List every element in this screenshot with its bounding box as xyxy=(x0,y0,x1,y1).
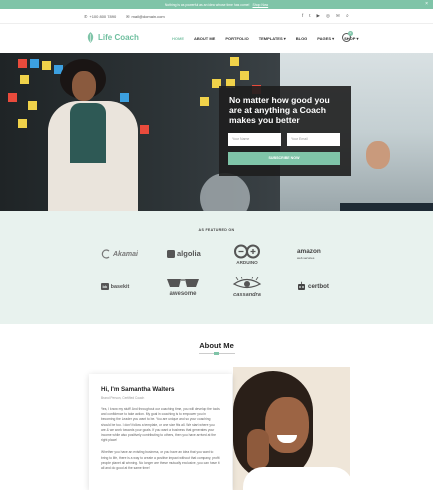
robot-icon xyxy=(298,281,305,290)
sticky-note xyxy=(20,75,29,84)
eye-icon xyxy=(232,277,262,289)
logo-amazon: amazon web services xyxy=(297,248,321,260)
akamai-icon xyxy=(101,249,110,259)
hero-headline: No matter how good you are at anything a… xyxy=(229,95,330,125)
bio-paragraph: Whether you have an existing business, o… xyxy=(101,450,220,471)
sticky-note xyxy=(140,125,149,134)
instagram-icon[interactable]: ◎ xyxy=(326,13,330,19)
nav-blog[interactable]: BLOG xyxy=(296,36,308,41)
hero-section xyxy=(0,53,433,211)
algolia-icon xyxy=(167,249,175,258)
sticky-note xyxy=(18,119,27,128)
hero-man xyxy=(340,203,433,211)
nav-templates[interactable]: TEMPLATES ▾ xyxy=(259,36,286,41)
email-input[interactable]: Your Email xyxy=(287,133,340,146)
about-divider xyxy=(199,352,235,355)
sticky-note xyxy=(28,101,37,110)
about-bio-card: Hi, I'm Samantha Walters Brand Person, C… xyxy=(89,374,232,490)
sticky-note xyxy=(240,71,249,80)
sticky-note xyxy=(18,59,27,68)
featured-section: AS FEATURED ON Akamai algolia ARDUINO am… xyxy=(0,211,433,324)
sticky-note xyxy=(200,97,209,106)
nav-home[interactable]: HOME xyxy=(172,36,184,41)
email-icon[interactable]: ✉ xyxy=(336,13,340,19)
logo-cassandra: cassandra xyxy=(232,277,262,298)
logo-algolia: algolia xyxy=(167,249,201,258)
arduino-icon xyxy=(234,244,260,259)
logo-akamai: Akamai xyxy=(101,249,138,259)
basekit-icon: bk xyxy=(101,283,109,290)
nav-pages[interactable]: PAGES ▾ xyxy=(317,36,334,41)
shop-now-link[interactable]: Shop Now xyxy=(252,3,268,7)
sticky-note xyxy=(230,57,239,66)
cart-count-badge: 0 xyxy=(348,31,353,36)
announcement-text: Nothing is as powerful as an idea whose … xyxy=(164,2,250,7)
subscribe-card: No matter how good you are at anything a… xyxy=(219,86,351,176)
featured-label: AS FEATURED ON xyxy=(198,228,235,232)
cart-icon[interactable]: ◡ 0 xyxy=(342,31,353,42)
logo-awesome: awesome xyxy=(166,277,200,297)
announcement-bar: Nothing is as powerful as an idea whose … xyxy=(0,0,433,9)
main-nav: HOME ABOUT ME PORTFOLIO TEMPLATES ▾ BLOG… xyxy=(172,36,359,41)
phone-contact[interactable]: ✆ +100 800 7890 xyxy=(84,14,116,19)
top-contact-bar: ✆ +100 800 7890 ✉ mail@domain.com f t ▶ ◎ … xyxy=(0,9,433,24)
site-header: Life Coach HOME ABOUT ME PORTFOLIO TEMPL… xyxy=(0,24,433,53)
coach-role: Brand Person, Certified Coach xyxy=(101,396,145,400)
about-photo xyxy=(233,367,350,490)
coach-name: Hi, I'm Samantha Walters xyxy=(101,386,175,393)
mail-icon: ✉ xyxy=(126,13,130,19)
close-icon[interactable]: × xyxy=(425,0,428,9)
nav-about-me[interactable]: ABOUT ME xyxy=(194,36,215,41)
subscribe-button[interactable]: SUBSCRIBE NOW xyxy=(228,152,340,165)
logo-basekit: bk basekit xyxy=(101,283,130,290)
sunglasses-icon xyxy=(167,279,199,287)
logo-certbot: certbot xyxy=(297,281,329,291)
facebook-icon[interactable]: f xyxy=(302,13,303,19)
twitter-icon[interactable]: t xyxy=(309,13,310,19)
name-input[interactable]: Your Name xyxy=(228,133,281,146)
email-contact[interactable]: ✉ mail@domain.com xyxy=(126,14,165,19)
youtube-icon[interactable]: ▶ xyxy=(317,13,320,19)
sticky-note xyxy=(120,93,129,102)
leaf-logo-icon xyxy=(87,32,94,43)
about-title: About Me xyxy=(199,341,234,350)
nav-portfolio[interactable]: PORTFOLIO xyxy=(225,36,248,41)
site-logo[interactable]: Life Coach xyxy=(86,32,139,43)
logo-arduino: ARDUINO xyxy=(232,244,262,265)
sticky-note xyxy=(42,61,51,70)
bio-paragraph: Yes, I know my stuff! And throughout our… xyxy=(101,407,220,443)
sticky-note xyxy=(8,93,17,102)
phone-icon: ✆ xyxy=(84,13,88,19)
sticky-note xyxy=(30,59,39,68)
search-icon[interactable]: ⌕ xyxy=(346,13,349,19)
logo-text: Life Coach xyxy=(98,33,139,42)
